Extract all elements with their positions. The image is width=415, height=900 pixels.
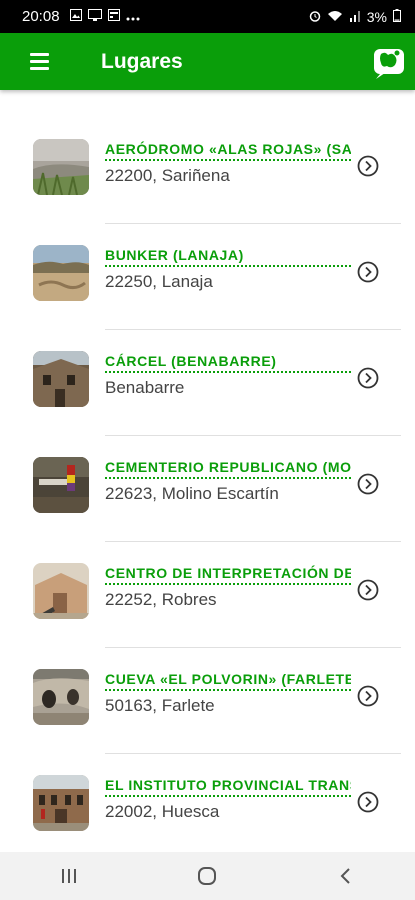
- battery-icon: [393, 8, 401, 25]
- signal-icon: [349, 9, 361, 25]
- recent-apps-icon[interactable]: [49, 856, 89, 896]
- place-location: 22200, Sariñena: [105, 166, 230, 185]
- chevron-right-icon[interactable]: [357, 579, 379, 601]
- place-thumbnail: [33, 669, 89, 725]
- screen-cast-icon: [87, 8, 102, 26]
- chevron-right-icon[interactable]: [357, 473, 379, 495]
- place-location: Benabarre: [105, 378, 185, 397]
- alarm-icon: [309, 9, 321, 25]
- place-name: BUNKER (LANAJA): [105, 247, 351, 267]
- chevron-right-icon[interactable]: [357, 791, 379, 813]
- place-location: 22252, Robres: [105, 590, 217, 609]
- place-thumbnail: [33, 139, 89, 195]
- list-item[interactable]: CÁRCEL (BENABARRE) Benabarre: [0, 330, 415, 436]
- place-name: CUEVA «EL POLVORIN» (FARLETE): [105, 671, 351, 691]
- place-name: CEMENTERIO REPUBLICANO (MOL: [105, 459, 351, 479]
- place-location: 50163, Farlete: [105, 696, 215, 715]
- back-icon[interactable]: [326, 856, 366, 896]
- status-time: 20:08: [22, 8, 60, 25]
- places-list: AERÓDROMO «ALAS ROJAS» (SAR 22200, Sariñ…: [0, 118, 415, 860]
- place-thumbnail: [33, 351, 89, 407]
- place-thumbnail: [33, 563, 89, 619]
- battery-level-text: 3%: [366, 8, 387, 25]
- place-name: AERÓDROMO «ALAS ROJAS» (SAR: [105, 141, 351, 161]
- list-item[interactable]: CUEVA «EL POLVORIN» (FARLETE) 50163, Far…: [0, 648, 415, 754]
- list-item[interactable]: AERÓDROMO «ALAS ROJAS» (SAR 22200, Sariñ…: [0, 118, 415, 224]
- place-location: 22250, Lanaja: [105, 272, 213, 291]
- place-name: CENTRO DE INTERPRETACIÓN DE L: [105, 565, 351, 585]
- chevron-right-icon[interactable]: [357, 367, 379, 389]
- chevron-right-icon[interactable]: [357, 155, 379, 177]
- image-notification-icon: [69, 8, 82, 26]
- app-bar: Lugares: [0, 33, 415, 90]
- wifi-icon: [327, 9, 343, 25]
- calendar-notification-icon: [107, 8, 120, 26]
- chevron-right-icon[interactable]: [357, 261, 379, 283]
- place-thumbnail: [33, 775, 89, 831]
- place-location: 22002, Huesca: [105, 802, 220, 821]
- app-logo-icon[interactable]: [371, 43, 407, 79]
- page-title: Lugares: [101, 49, 183, 73]
- place-name: EL INSTITUTO PROVINCIAL TRANS: [105, 777, 351, 797]
- more-notifications-icon: [126, 8, 140, 26]
- place-thumbnail: [33, 457, 89, 513]
- list-item[interactable]: CENTRO DE INTERPRETACIÓN DE L 22252, Rob…: [0, 542, 415, 648]
- home-icon[interactable]: [187, 856, 227, 896]
- system-nav-bar: [0, 852, 415, 900]
- list-item[interactable]: CEMENTERIO REPUBLICANO (MOL 22623, Molin…: [0, 436, 415, 542]
- place-name: CÁRCEL (BENABARRE): [105, 353, 351, 373]
- chevron-right-icon[interactable]: [357, 685, 379, 707]
- list-item[interactable]: BUNKER (LANAJA) 22250, Lanaja: [0, 224, 415, 330]
- status-bar: 20:08 3%: [0, 0, 415, 33]
- list-item[interactable]: EL INSTITUTO PROVINCIAL TRANS 22002, Hue…: [0, 754, 415, 860]
- place-thumbnail: [33, 245, 89, 301]
- place-location: 22623, Molino Escartín: [105, 484, 279, 503]
- menu-icon[interactable]: [30, 33, 56, 90]
